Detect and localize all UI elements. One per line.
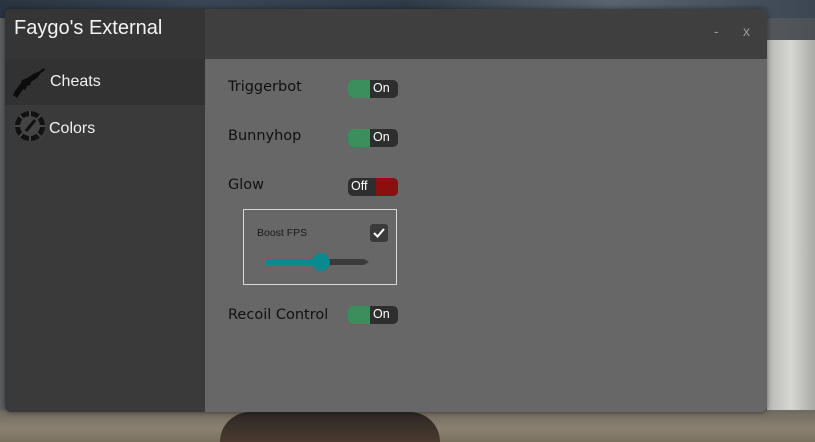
title-box: Faygo's External bbox=[5, 9, 205, 59]
slider-thumb[interactable] bbox=[312, 253, 330, 271]
boost-fps-checkbox[interactable] bbox=[370, 224, 388, 242]
cheat-window: Faygo's External - x Cheats Colors Trigg… bbox=[5, 9, 767, 412]
toggle-state: On bbox=[373, 130, 390, 144]
triggerbot-toggle[interactable]: On bbox=[348, 80, 398, 98]
recoil-control-toggle[interactable]: On bbox=[348, 306, 398, 324]
boost-fps-group: Boost FPS bbox=[243, 209, 397, 285]
cheats-panel: Triggerbot On Bunnyhop On Glow Off Boost… bbox=[205, 59, 767, 412]
glow-label: Glow bbox=[228, 177, 264, 193]
game-weapon-viewmodel bbox=[220, 412, 440, 442]
sidebar-item-label: Colors bbox=[49, 120, 96, 137]
sidebar: Cheats Colors bbox=[5, 59, 205, 412]
triggerbot-label: Triggerbot bbox=[228, 79, 302, 95]
toggle-knob bbox=[348, 306, 370, 324]
close-button[interactable]: x bbox=[743, 23, 750, 39]
bunnyhop-label: Bunnyhop bbox=[228, 128, 302, 144]
boost-fps-label: Boost FPS bbox=[257, 227, 308, 239]
title-bar[interactable]: Faygo's External - x bbox=[5, 9, 767, 59]
checkmark-icon bbox=[373, 228, 385, 238]
slider-arrow bbox=[364, 259, 369, 265]
toggle-state: On bbox=[373, 307, 390, 321]
glow-toggle[interactable]: Off bbox=[348, 178, 398, 196]
color-wheel-icon bbox=[13, 109, 49, 145]
toggle-knob bbox=[348, 80, 370, 98]
game-background-wall bbox=[767, 40, 815, 410]
bunnyhop-toggle[interactable]: On bbox=[348, 129, 398, 147]
boost-fps-slider[interactable] bbox=[266, 252, 370, 272]
sidebar-item-cheats[interactable]: Cheats bbox=[5, 59, 205, 105]
window-title: Faygo's External bbox=[14, 17, 163, 39]
toggle-state: On bbox=[373, 81, 390, 95]
sidebar-item-colors[interactable]: Colors bbox=[5, 106, 205, 152]
rifle-icon bbox=[11, 65, 47, 101]
toggle-knob bbox=[376, 178, 398, 196]
toggle-knob bbox=[348, 129, 370, 147]
sidebar-item-label: Cheats bbox=[50, 73, 101, 90]
minimize-button[interactable]: - bbox=[714, 23, 719, 39]
recoil-control-label: Recoil Control bbox=[228, 307, 329, 323]
toggle-state: Off bbox=[351, 179, 368, 193]
